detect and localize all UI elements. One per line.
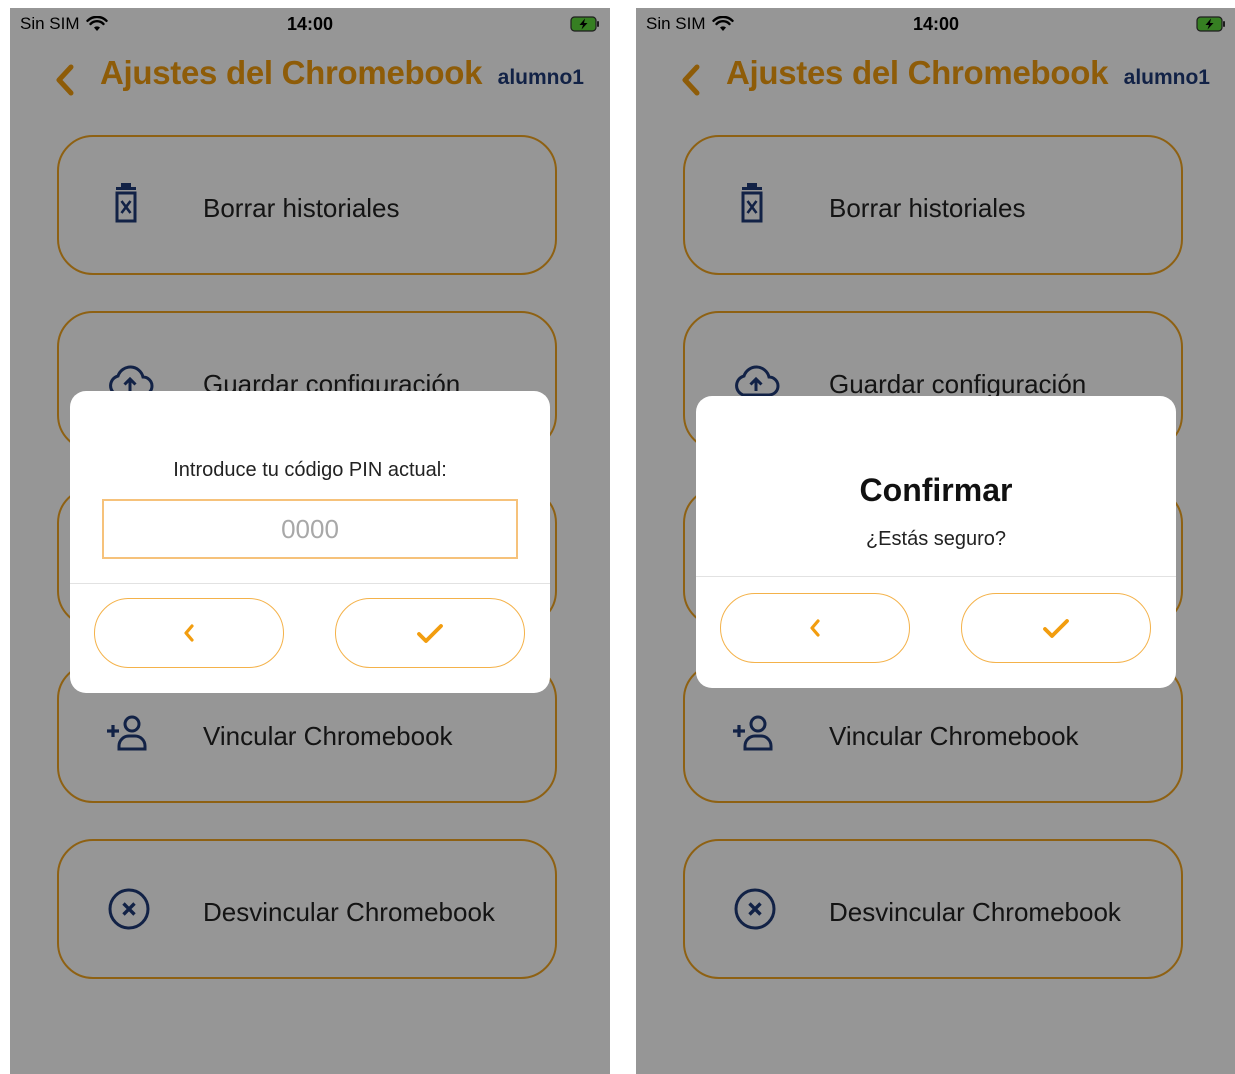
check-icon <box>417 624 443 643</box>
pin-input[interactable] <box>102 499 518 559</box>
chevron-left-icon <box>810 619 820 637</box>
dialog-message: ¿Estás seguro? <box>865 528 1007 550</box>
confirm-button[interactable] <box>961 593 1151 663</box>
cancel-button[interactable] <box>94 598 284 668</box>
screen-pin-dialog: Sin SIM 14:00 Ajustes del Chromebook alu… <box>10 8 610 1074</box>
cancel-button[interactable] <box>720 593 910 663</box>
dialog-divider <box>696 576 1176 577</box>
dialog-title: Confirmar <box>859 472 1013 508</box>
chevron-left-icon <box>184 624 194 642</box>
pin-prompt: Introduce tu código PIN actual: <box>173 459 447 481</box>
screen-confirm-dialog: Sin SIM 14:00 Ajustes del Chromebook alu… <box>636 8 1235 1074</box>
check-icon <box>1043 619 1069 638</box>
confirm-dialog: Confirmar ¿Estás seguro? <box>696 396 1176 688</box>
dialog-divider <box>70 583 550 584</box>
pin-dialog: Introduce tu código PIN actual: <box>70 391 550 693</box>
confirm-button[interactable] <box>335 598 525 668</box>
